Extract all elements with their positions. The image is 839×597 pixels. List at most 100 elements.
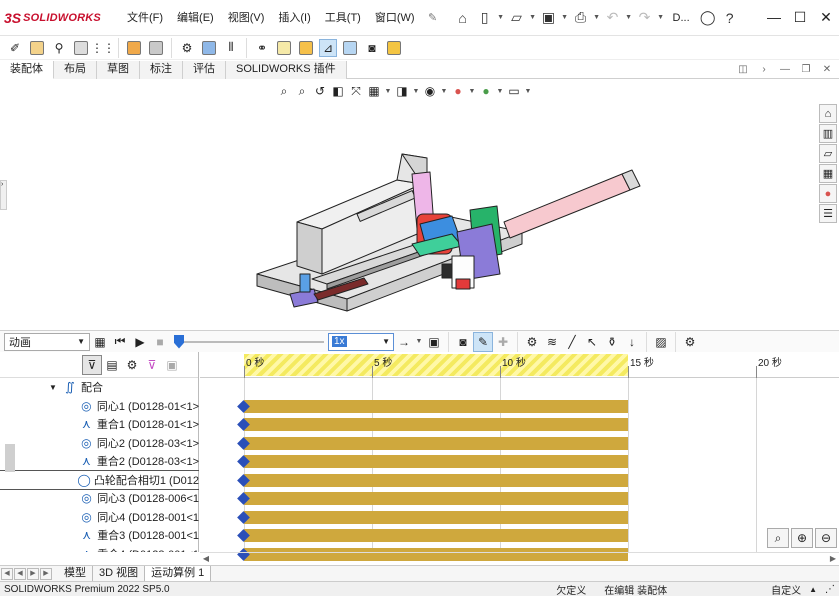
document-minimize-icon[interactable]: — [777, 64, 793, 75]
tab-layout[interactable]: 布局 [54, 61, 97, 79]
display-style-dropdown-icon[interactable]: ▼ [411, 88, 421, 95]
tab-sketch[interactable]: 草图 [97, 61, 140, 79]
design-library-icon[interactable]: ▥ [819, 124, 837, 143]
motor-icon[interactable]: ⚙ [522, 332, 542, 352]
redo-icon[interactable]: ↷ [634, 7, 656, 29]
menu-view[interactable]: 视图(V) [221, 8, 272, 28]
instant3d-icon[interactable]: ⊿ [319, 38, 337, 57]
insert-component-icon[interactable] [28, 39, 46, 57]
linear-pattern-icon[interactable]: ⋮⋮ [91, 39, 115, 57]
menu-insert[interactable]: 插入(I) [271, 8, 317, 28]
display-style-icon[interactable]: ◨ [393, 82, 411, 100]
maximize-icon[interactable]: ☐ [787, 9, 813, 26]
tree-item[interactable]: ⋏ 重合1 (D0128-01<1> [0, 415, 199, 434]
component-preview-icon[interactable] [72, 39, 90, 57]
pin-icon[interactable]: ✎ [422, 7, 444, 29]
results-and-plots-icon[interactable]: ▨ [651, 332, 671, 352]
assembly-model[interactable] [252, 114, 652, 314]
tree-item[interactable]: ◎ 同心2 (D0128-03<1> [0, 434, 199, 453]
undo-dropdown-icon[interactable]: ▼ [624, 14, 634, 21]
zoom-out-icon[interactable]: ⊖ [815, 528, 837, 548]
spring-icon[interactable]: ≋ [542, 332, 562, 352]
minimize-icon[interactable]: — [761, 9, 787, 26]
mate-icon[interactable]: ⚲ [50, 39, 68, 57]
gravity-icon[interactable]: ↓ [622, 332, 642, 352]
tree-item[interactable]: ◯ 凸轮配合相切1 (D012 [0, 469, 199, 490]
home-icon[interactable]: ⌂ [452, 7, 474, 29]
menu-file[interactable]: 文件(F) [120, 8, 170, 28]
force-icon[interactable]: ↖ [582, 332, 602, 352]
filter-results-icon[interactable]: ⊽ [142, 355, 162, 375]
playback-mode-icon[interactable]: → [394, 332, 414, 352]
new-motion-study-icon[interactable]: ⚭ [253, 39, 271, 57]
study-type-select[interactable]: 动画 ▼ [4, 332, 90, 351]
edit-component-icon[interactable]: ✐ [6, 39, 24, 57]
zoom-to-area-icon[interactable]: ⌕ [293, 82, 311, 100]
timeline-tracks[interactable] [200, 378, 839, 561]
graphics-area[interactable]: ⌕ ⌕ ↺ ◧ ⤧ ▦ ▼ ◨ ▼ ◉ ▼ ● ▼ ● ▼ ▭ ▼ ⌂ ▥ ▱ … [0, 80, 839, 330]
document-restore-icon[interactable]: ❐ [798, 64, 814, 75]
add-key-icon[interactable]: ✚ [493, 332, 513, 352]
playback-mode-dropdown-icon[interactable]: ▼ [414, 338, 424, 345]
scroll-right-icon[interactable]: ▶ [827, 554, 839, 563]
damper-icon[interactable]: ╱ [562, 332, 582, 352]
section-view-icon[interactable]: ◧ [329, 82, 347, 100]
tree-item[interactable]: ▼ ∬ 配合 [0, 378, 199, 397]
appearances-icon[interactable]: ● [819, 184, 837, 203]
tab-motion-study-1[interactable]: 运动算例 1 [145, 565, 212, 582]
tree-item[interactable]: ⋏ 重合3 (D0128-001<1 [0, 526, 199, 545]
timeline-change-bar[interactable] [244, 436, 628, 450]
playback-speed-select[interactable]: 1x ▼ [328, 332, 394, 351]
zoom-in-icon[interactable]: ⊕ [791, 528, 813, 548]
timeline-area[interactable]: 0 秒 5 秒 10 秒 15 秒 20 秒 ⌕ ⊕ ⊖ [200, 352, 839, 561]
move-component-icon[interactable] [147, 39, 165, 57]
last-tab-icon[interactable]: ▶ [40, 567, 52, 580]
update-speedpak-icon[interactable] [341, 39, 359, 57]
bill-of-materials-icon[interactable] [275, 39, 293, 57]
solidworks-logo[interactable]: 3S SOLIDWORKS [4, 10, 114, 26]
next-tab-icon[interactable]: ▶ [27, 567, 39, 580]
autokey-icon[interactable]: ✎ [473, 331, 493, 352]
close-icon[interactable]: ✕ [813, 9, 839, 26]
filter-animated-icon[interactable]: ⊽ [82, 354, 102, 375]
document-close-icon[interactable]: ✕ [819, 64, 835, 75]
menu-window[interactable]: 窗口(W) [368, 8, 422, 28]
tab-model[interactable]: 模型 [58, 565, 93, 582]
slider-thumb[interactable] [174, 334, 184, 349]
custom-properties-icon[interactable]: ☰ [819, 204, 837, 223]
play-icon[interactable]: ▶ [130, 332, 150, 352]
dynamic-annotation-icon[interactable]: ⤧ [347, 82, 365, 100]
timeline-change-bar[interactable] [244, 455, 628, 468]
new-document-icon[interactable]: ▯ [474, 7, 496, 29]
print-dropdown-icon[interactable]: ▼ [592, 14, 602, 21]
tree-item[interactable]: ◎ 同心4 (D0128-001<1 [0, 508, 199, 527]
tab-3d-views[interactable]: 3D 视图 [93, 565, 146, 582]
restore-document-icon[interactable]: ◫ [735, 64, 751, 75]
tab-solidworks-addins[interactable]: SOLIDWORKS 插件 [226, 61, 347, 79]
zoom-to-fit-icon[interactable]: ⌕ [275, 82, 293, 100]
timeline-change-bar[interactable] [244, 473, 628, 487]
save-dropdown-icon[interactable]: ▼ [560, 14, 570, 21]
filter-selected-icon[interactable]: ⚙ [122, 355, 142, 375]
menu-edit[interactable]: 编辑(E) [170, 8, 221, 28]
previous-tab-icon[interactable]: ◀ [14, 567, 26, 580]
motion-study-properties-icon[interactable]: ⚙ [680, 332, 700, 352]
print-icon[interactable]: ⎙ [570, 7, 592, 29]
autoplay-icon[interactable]: ▣ [162, 355, 182, 375]
tree-item[interactable]: ◎ 同心1 (D0128-01<1> [0, 397, 199, 416]
assembly-features-icon[interactable] [200, 39, 218, 57]
help-icon[interactable]: ? [719, 7, 741, 29]
open-dropdown-icon[interactable]: ▼ [528, 14, 538, 21]
calculate-icon[interactable]: ▦ [90, 332, 110, 352]
edit-appearance-icon[interactable]: ● [449, 82, 467, 100]
tree-item[interactable]: ⋏ 重合2 (D0128-03<1> [0, 452, 199, 471]
view-orientation-icon[interactable]: ▦ [365, 82, 383, 100]
appearance-dropdown-icon[interactable]: ▼ [467, 88, 477, 95]
view-settings-dropdown-icon[interactable]: ▼ [523, 88, 533, 95]
timeline-change-bar[interactable] [244, 492, 628, 505]
timeline-scrub-slider[interactable] [174, 334, 324, 349]
scene-dropdown-icon[interactable]: ▼ [495, 88, 505, 95]
view-palette-icon[interactable]: ▦ [819, 164, 837, 183]
zoom-to-fit-icon[interactable]: ⌕ [767, 528, 789, 548]
first-tab-icon[interactable]: ◀ [1, 567, 13, 580]
